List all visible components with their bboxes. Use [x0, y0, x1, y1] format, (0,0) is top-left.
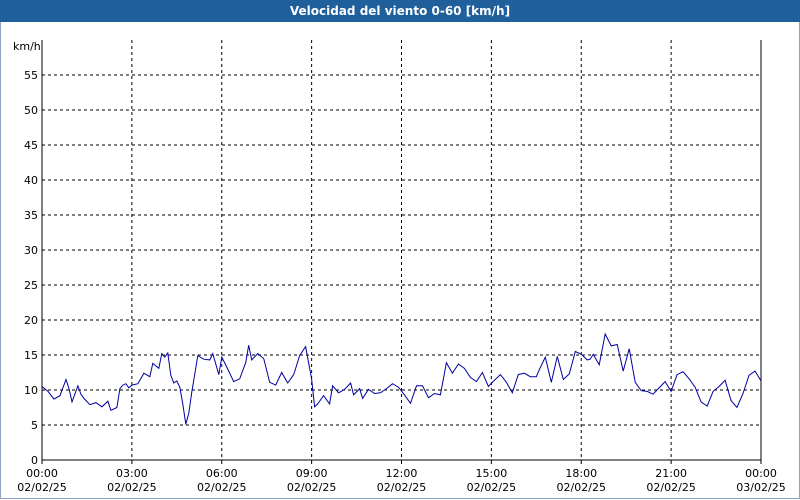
- y-tick-label: 35: [24, 209, 38, 222]
- chart-frame: 0 5 10 15 20 25 30 35 40 45 50 55 km/h 00:00 02/02/25 0…: [0, 22, 800, 499]
- x-tick-date-label: 03/02/25: [736, 481, 785, 494]
- wind-speed-chart: 0510152025303540455055km/h00:0002/02/250…: [13, 40, 786, 494]
- y-tick-label: 55: [24, 69, 38, 82]
- y-tick-label: 40: [24, 174, 38, 187]
- y-tick-label: 25: [24, 279, 38, 292]
- x-tick-date-label: 02/02/25: [377, 481, 426, 494]
- y-tick-label: 20: [24, 314, 38, 327]
- y-tick-label: 45: [24, 139, 38, 152]
- x-tick-time-label: 21:00: [655, 467, 687, 480]
- y-axis-label: km/h: [13, 40, 41, 53]
- x-tick-date-label: 02/02/25: [17, 481, 66, 494]
- window-title: Velocidad del viento 0-60 [km/h]: [0, 0, 800, 22]
- y-tick-label: 50: [24, 104, 38, 117]
- x-tick-date-label: 02/02/25: [107, 481, 156, 494]
- x-tick-time-label: 06:00: [206, 467, 238, 480]
- x-tick-date-label: 02/02/25: [287, 481, 336, 494]
- x-tick-time-label: 00:00: [745, 467, 777, 480]
- x-tick-date-label: 02/02/25: [646, 481, 695, 494]
- x-tick-time-label: 00:00: [26, 467, 58, 480]
- x-tick-date-label: 02/02/25: [557, 481, 606, 494]
- y-tick-label: 30: [24, 244, 38, 257]
- x-tick-time-label: 18:00: [565, 467, 597, 480]
- x-tick-time-label: 15:00: [476, 467, 508, 480]
- x-tick-time-label: 09:00: [296, 467, 328, 480]
- x-tick-date-label: 02/02/25: [197, 481, 246, 494]
- x-tick-time-label: 03:00: [116, 467, 148, 480]
- y-tick-label: 0: [31, 454, 38, 467]
- chart-window: Velocidad del viento 0-60 [km/h] 0 5 10 15 2…: [0, 0, 800, 500]
- y-tick-label: 5: [31, 419, 38, 432]
- y-tick-label: 10: [24, 384, 38, 397]
- x-tick-time-label: 12:00: [386, 467, 418, 480]
- y-tick-label: 15: [24, 349, 38, 362]
- x-tick-date-label: 02/02/25: [467, 481, 516, 494]
